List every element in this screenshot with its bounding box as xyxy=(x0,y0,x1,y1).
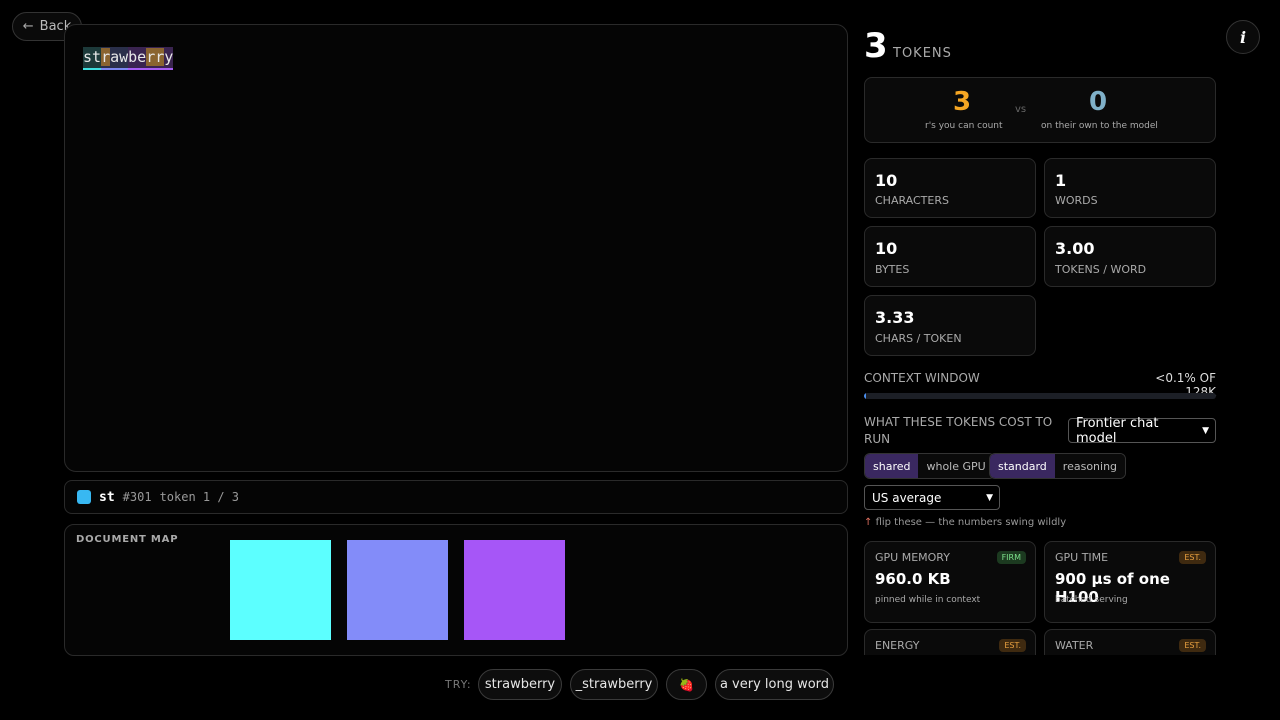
context-window-bar xyxy=(864,393,1216,399)
count-label-model: on their own to the model xyxy=(1041,121,1158,131)
confidence-badge: EST. xyxy=(1179,639,1206,652)
token-rest: be xyxy=(128,48,147,66)
stat-bytes: 10 BYTES xyxy=(864,226,1036,287)
document-map-label: DOCUMENT MAP xyxy=(76,534,179,545)
stat-label: WORDS xyxy=(1055,194,1098,207)
token-rest: y xyxy=(164,48,174,66)
sharing-toggle: shared whole GPU xyxy=(864,453,995,479)
stat-tokens-per-word: 3.00 TOKENS / WORD xyxy=(1044,226,1216,287)
resource-title: WATER xyxy=(1055,639,1094,652)
resource-gpu-memory: GPU MEMORY FIRM 960.0 KB pinned while in… xyxy=(864,541,1036,623)
count-label-human: r's you can count xyxy=(925,121,1003,131)
stat-value: 10 xyxy=(875,239,898,258)
count-value-model: 0 xyxy=(1089,87,1108,117)
token-line: st raw berry xyxy=(83,47,174,70)
stat-value: 3.00 xyxy=(1055,239,1095,258)
stat-characters: 10 CHARACTERS xyxy=(864,158,1036,218)
region-select-value: US average xyxy=(872,490,942,505)
toggle-whole-gpu[interactable]: whole GPU xyxy=(918,454,994,478)
try-label: TRY: xyxy=(445,678,472,691)
cost-hint: ↑ flip these — the numbers swing wildly xyxy=(864,517,1066,528)
resource-energy: ENERGY EST. xyxy=(864,629,1036,655)
comparison-card: 3 r's you can count vs 0 on their own to… xyxy=(864,77,1216,143)
r-highlight: rr xyxy=(146,48,165,66)
context-window-fill xyxy=(864,393,867,399)
stat-chars-per-token: 3.33 CHARS / TOKEN xyxy=(864,295,1036,356)
resource-sub: pinned while in context xyxy=(875,595,981,605)
token-chip[interactable]: berry xyxy=(128,47,174,70)
stat-words: 1 WORDS xyxy=(1044,158,1216,218)
token-count-label: TOKENS xyxy=(893,46,952,61)
try-emoji-button[interactable]: 🍓 xyxy=(666,669,707,700)
document-map-block[interactable] xyxy=(347,540,448,640)
toggle-reasoning[interactable]: reasoning xyxy=(1054,454,1126,478)
cost-label: WHAT THESE TOKENS COST TO RUN xyxy=(864,415,1053,446)
token-color-swatch xyxy=(77,490,91,504)
toggle-standard[interactable]: standard xyxy=(990,454,1055,478)
model-select[interactable]: Frontier chat model ▼ xyxy=(1068,415,1216,446)
resource-cards: GPU MEMORY FIRM 960.0 KB pinned while in… xyxy=(864,540,1216,655)
document-map-block[interactable] xyxy=(230,540,331,640)
toggle-shared[interactable]: shared xyxy=(865,454,919,478)
chevron-down-icon: ▼ xyxy=(1202,425,1209,436)
resource-title: GPU TIME xyxy=(1055,551,1109,564)
resource-title: GPU MEMORY xyxy=(875,551,950,564)
count-value-human: 3 xyxy=(953,87,972,117)
stat-value: 10 xyxy=(875,171,898,190)
info-icon: i xyxy=(1239,27,1247,47)
try-strawberry-button[interactable]: strawberry xyxy=(478,669,562,700)
token-position: token 1 / 3 xyxy=(159,490,240,504)
confidence-badge: EST. xyxy=(1179,551,1206,564)
resource-water: WATER EST. xyxy=(1044,629,1216,655)
document-map: DOCUMENT MAP xyxy=(64,524,848,656)
token-count: 3 xyxy=(864,26,888,66)
stat-value: 1 xyxy=(1055,171,1067,190)
resource-value: 960.0 KB xyxy=(875,570,951,588)
arrow-up-icon: ↑ xyxy=(864,517,873,528)
stat-label: BYTES xyxy=(875,263,910,276)
stat-label: CHARACTERS xyxy=(875,194,949,207)
context-window-label: CONTEXT WINDOW xyxy=(864,371,980,385)
mode-toggle: standard reasoning xyxy=(989,453,1127,479)
region-select[interactable]: US average ▼ xyxy=(864,485,1000,510)
resource-sub: batched serving xyxy=(1055,595,1128,605)
try-long-word-button[interactable]: a very long word xyxy=(715,669,834,700)
confidence-badge: FIRM xyxy=(996,551,1026,564)
info-button[interactable]: i xyxy=(1226,20,1260,54)
token-name: st xyxy=(99,489,115,505)
text-editor[interactable]: st raw berry xyxy=(64,24,848,472)
confidence-badge: EST. xyxy=(999,639,1026,652)
model-select-value: Frontier chat model xyxy=(1076,415,1159,446)
token-info-bar: st #301 token 1 / 3 xyxy=(64,480,848,514)
vs-label: vs xyxy=(1015,104,1027,115)
token-rest: aw xyxy=(110,48,129,66)
token-chip[interactable]: st xyxy=(83,47,102,70)
cost-hint-text: flip these — the numbers swing wildly xyxy=(875,517,1067,528)
stat-label: TOKENS / WORD xyxy=(1055,263,1147,276)
arrow-left-icon: ← xyxy=(22,19,34,34)
document-map-block[interactable] xyxy=(464,540,565,640)
try-underscore-strawberry-button[interactable]: _strawberry xyxy=(570,669,658,700)
stat-value: 3.33 xyxy=(875,308,915,327)
token-chip[interactable]: raw xyxy=(101,47,129,70)
resource-gpu-time: GPU TIME EST. 900 µs of one H100 batched… xyxy=(1044,541,1216,623)
token-id: #301 xyxy=(122,490,152,504)
r-highlight: r xyxy=(101,48,111,66)
stat-label: CHARS / TOKEN xyxy=(875,332,962,345)
chevron-down-icon: ▼ xyxy=(986,492,993,503)
resource-title: ENERGY xyxy=(875,639,920,652)
